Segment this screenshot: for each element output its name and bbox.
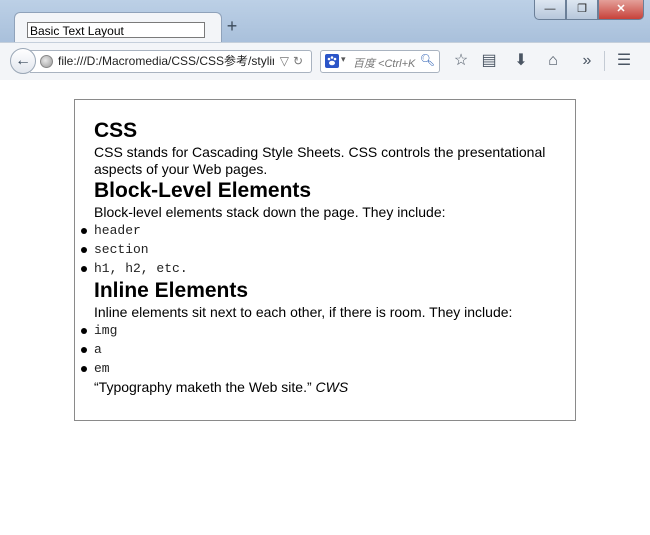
inline-list: img a em — [81, 321, 564, 378]
minimize-button[interactable]: — — [534, 0, 566, 20]
reading-list-icon[interactable]: ▤ — [479, 51, 499, 71]
close-button[interactable]: ✕ — [598, 0, 644, 20]
back-button[interactable]: ← — [10, 48, 36, 74]
quote: “Typography maketh the Web site.” CWS — [94, 379, 564, 396]
list-item: h1, h2, etc. — [81, 259, 564, 278]
globe-icon — [40, 55, 53, 68]
heading-css: CSS — [94, 119, 138, 142]
url-bar-icons: ▽↻ — [280, 54, 307, 68]
browser-tab[interactable]: Basic Text Layout — [14, 12, 222, 43]
back-icon: ← — [15, 52, 31, 69]
maximize-button[interactable]: ❐ — [566, 0, 598, 20]
window-controls: — ❐ ✕ — [534, 0, 644, 20]
engine-dropdown-icon[interactable]: ▾ — [341, 54, 346, 65]
tab-title: Basic Text Layout — [27, 22, 205, 38]
menu-icon[interactable]: ☰ — [614, 51, 634, 71]
search-icon[interactable]: 🔍︎ — [420, 53, 435, 67]
heading-block-level: Block-Level Elements — [94, 179, 312, 202]
new-tab-button[interactable]: + — [224, 17, 240, 35]
title-bar: Basic Text Layout + — ❐ ✕ — [0, 0, 650, 43]
list-item: img — [81, 321, 564, 340]
home-icon[interactable]: ⌂ — [543, 51, 563, 71]
content-box: CSS CSS stands for Cascading Style Sheet… — [74, 99, 576, 421]
paragraph-block-level: Block-level elements stack down the page… — [94, 204, 446, 220]
heading-inline: Inline Elements — [94, 279, 249, 302]
content-inner: CSS CSS stands for Cascading Style Sheet… — [81, 118, 564, 396]
search-input[interactable]: 百度 <Ctrl+K — [353, 55, 423, 71]
list-item: section — [81, 240, 564, 259]
toolbar-separator — [604, 51, 605, 71]
list-item: em — [81, 359, 564, 378]
navigation-toolbar: file:///D:/Macromedia/CSS/CSS参考/stylir ▽… — [0, 42, 650, 81]
quote-text: “Typography maketh the Web site.” — [94, 379, 312, 395]
dropdown-icon[interactable]: ▽ — [280, 54, 293, 68]
paragraph-css: CSS stands for Cascading Style Sheets. C… — [94, 144, 546, 177]
quote-cite: CWS — [315, 379, 349, 395]
search-engine-icon[interactable] — [325, 54, 339, 68]
paragraph-inline: Inline elements sit next to each other, … — [94, 304, 513, 320]
download-icon[interactable]: ⬇ — [511, 51, 531, 71]
url-text[interactable]: file:///D:/Macromedia/CSS/CSS参考/stylir — [58, 54, 274, 69]
page-content: CSS CSS stands for Cascading Style Sheet… — [0, 80, 650, 535]
url-bar[interactable]: file:///D:/Macromedia/CSS/CSS参考/stylir ▽… — [30, 50, 312, 73]
star-icon[interactable]: ☆ — [451, 51, 471, 71]
overflow-icon[interactable]: » — [577, 51, 597, 71]
search-bar[interactable]: ▾ 百度 <Ctrl+K 🔍︎ — [320, 50, 440, 73]
reload-icon[interactable]: ↻ — [293, 54, 307, 68]
list-item: a — [81, 340, 564, 359]
list-item: header — [81, 221, 564, 240]
block-level-list: header section h1, h2, etc. — [81, 221, 564, 278]
